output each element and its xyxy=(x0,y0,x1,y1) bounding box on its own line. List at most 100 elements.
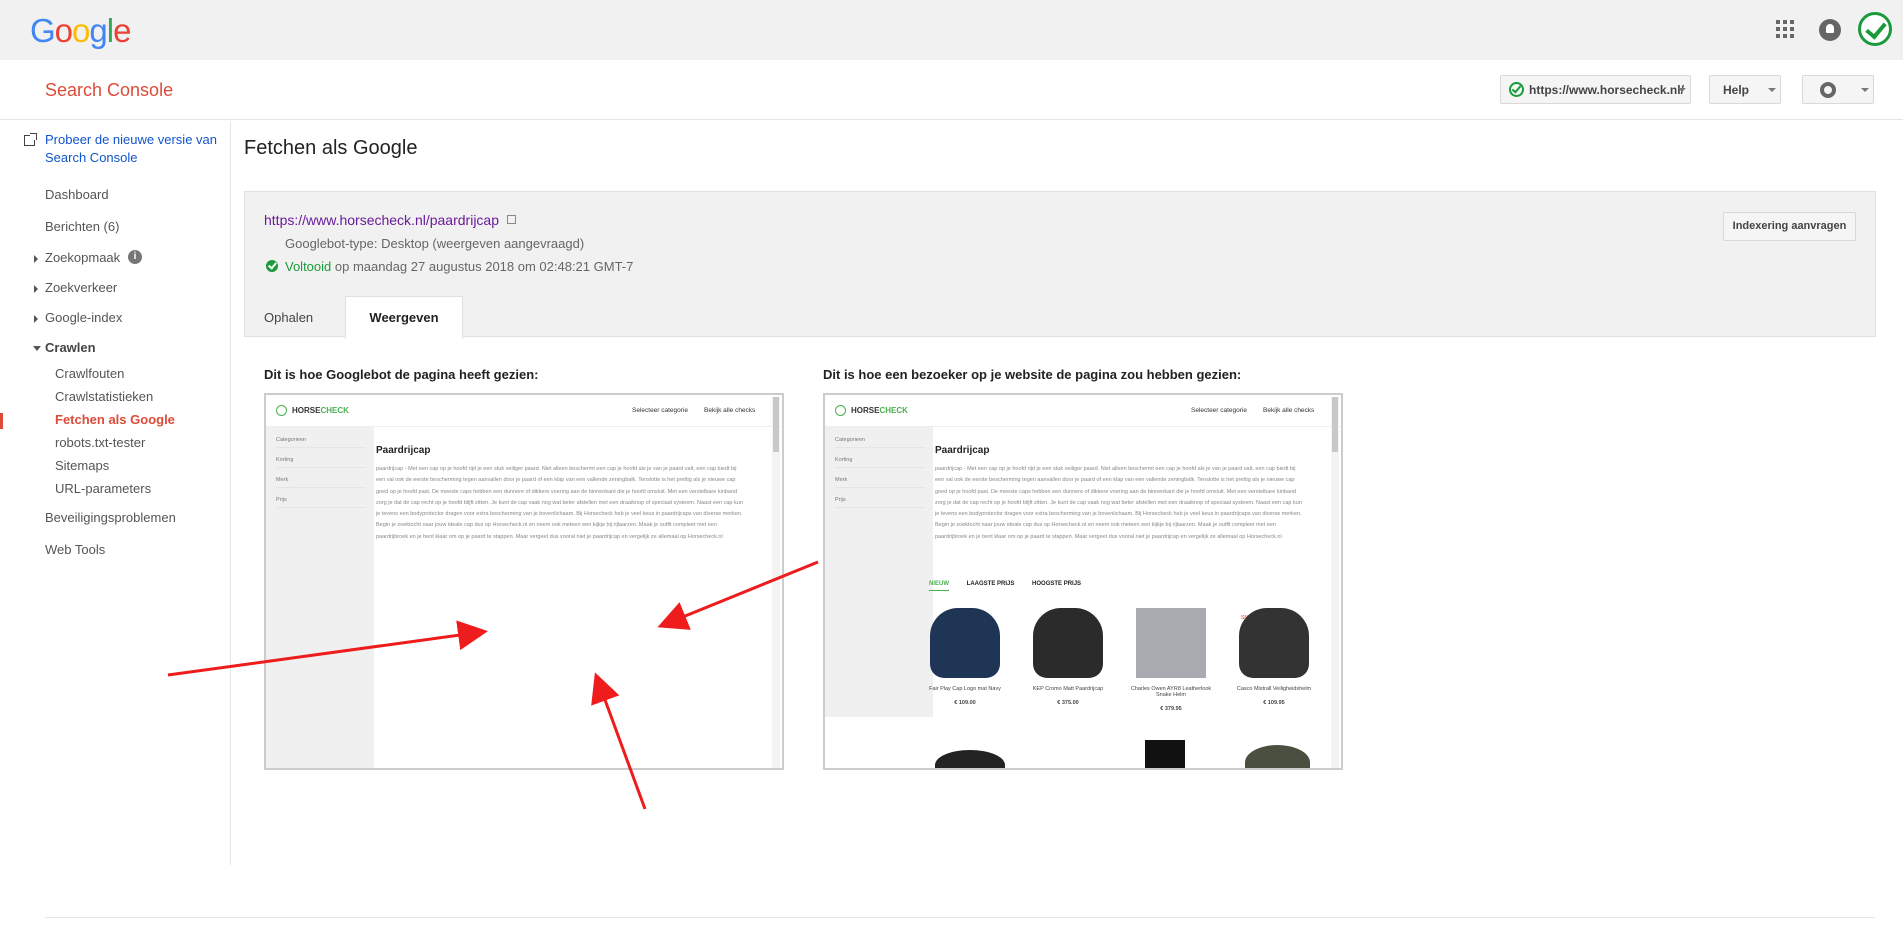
sidebar-item-crawlen[interactable]: Crawlen xyxy=(45,340,96,355)
sidebar-item-zoekopmaak[interactable]: Zoekopmaak xyxy=(45,250,120,265)
sidebar-item-crawlstatistieken[interactable]: Crawlstatistieken xyxy=(55,389,153,404)
sidebar-nav: Probeer de nieuwe versie van Search Cons… xyxy=(0,121,231,865)
preview-nav-category: Selecteer categorie xyxy=(1191,407,1248,414)
horsecheck-logo-icon xyxy=(835,405,846,416)
tab-render[interactable]: Weergeven xyxy=(345,296,463,339)
footer-divider xyxy=(45,917,1875,918)
preview-scrollbar xyxy=(772,397,780,768)
fetch-status: Voltooid op maandag 27 augustus 2018 om … xyxy=(285,259,633,274)
preview-header: HORSECHECK Selecteer categorie Bekijk al… xyxy=(825,395,1341,427)
product-name: Fair Play Cap Logo mat Navy xyxy=(929,686,1001,692)
request-indexing-button[interactable]: Indexering aanvragen xyxy=(1723,212,1856,241)
fetch-result-panel: https://www.horsecheck.nl/paardrijcap Go… xyxy=(244,191,1876,339)
googlebot-type: Googlebot-type: Desktop (weergeven aange… xyxy=(285,236,585,251)
googlebot-render-preview: HORSECHECK Selecteer categorie Bekijk al… xyxy=(264,393,784,770)
verified-check-icon xyxy=(1509,82,1524,97)
product-card: Charles Owen AYR8 Leatherlook Snake Helm… xyxy=(1126,608,1216,712)
apps-grid-icon[interactable] xyxy=(1776,20,1794,38)
expand-arrow-icon[interactable] xyxy=(34,255,38,263)
sidebar-item-fetchen[interactable]: Fetchen als Google xyxy=(55,412,175,427)
account-avatar[interactable] xyxy=(1858,12,1892,46)
preview-side-label: Korting xyxy=(835,457,925,468)
visitor-caption: Dit is hoe een bezoeker op je website de… xyxy=(823,367,1242,382)
product-card: Fair Play Cap Logo mat Navy € 109.00 xyxy=(920,608,1010,706)
gear-icon xyxy=(1820,82,1836,98)
preview-header: HORSECHECK Selecteer categorie Bekijk al… xyxy=(266,395,782,427)
external-link-icon[interactable] xyxy=(507,215,516,224)
filter-lowest-price: LAAGSTE PRIJS xyxy=(966,581,1015,587)
helmet-image xyxy=(1136,608,1206,678)
preview-side-label: Prijs xyxy=(835,497,925,508)
helmet-image xyxy=(1239,608,1309,678)
sidebar-item-web-tools[interactable]: Web Tools xyxy=(45,542,105,557)
sidebar-item-berichten[interactable]: Berichten (6) xyxy=(45,219,119,234)
tab-fetch[interactable]: Ophalen xyxy=(264,297,326,338)
settings-button[interactable] xyxy=(1802,75,1874,104)
preview-heading: Paardrijcap xyxy=(935,445,990,456)
google-logo[interactable]: Google xyxy=(30,12,131,50)
preview-sidebar: Categorieen Korting Merk Prijs xyxy=(825,427,933,717)
product-name: Casco Mistrall Veiligheidshelm xyxy=(1236,686,1312,692)
product-name: Charles Owen AYR8 Leatherlook Snake Helm xyxy=(1130,686,1212,698)
top-bar: Google xyxy=(0,0,1903,60)
preview-body-text: paardrijcap - Met een cap op je hoofd ri… xyxy=(376,466,743,540)
sidebar-item-url-parameters[interactable]: URL-parameters xyxy=(55,481,151,496)
info-icon[interactable]: i xyxy=(128,250,142,264)
preview-side-label: Prijs xyxy=(276,497,366,508)
sidebar-item-sitemaps[interactable]: Sitemaps xyxy=(55,458,109,473)
preview-side-label: Merk xyxy=(835,477,925,488)
success-check-icon xyxy=(266,260,278,272)
external-link-icon xyxy=(24,133,37,146)
product-card: Casco Mistrall Veiligheidshelm € 109.95 xyxy=(1229,608,1319,706)
preview-nav-category: Selecteer categorie xyxy=(632,407,689,414)
product-price: € 375.00 xyxy=(1057,700,1079,706)
notifications-bell-icon[interactable] xyxy=(1819,19,1841,41)
product-price: € 379.95 xyxy=(1160,706,1182,712)
preview-scrollbar xyxy=(1331,397,1339,768)
help-button[interactable]: Help xyxy=(1709,75,1781,104)
sidebar-item-beveiliging[interactable]: Beveiligingsproblemen xyxy=(45,510,176,525)
expand-arrow-icon[interactable] xyxy=(34,285,38,293)
preview-side-label: Merk xyxy=(276,477,366,488)
helmet-image xyxy=(930,608,1000,678)
fetched-url-link[interactable]: https://www.horsecheck.nl/paardrijcap xyxy=(264,212,499,228)
property-selector[interactable]: https://www.horsecheck.nl/ xyxy=(1500,75,1691,104)
preview-side-label: Korting xyxy=(276,457,366,468)
horsecheck-logo: HORSECHECK xyxy=(292,406,349,415)
sidebar-item-dashboard[interactable]: Dashboard xyxy=(45,187,109,202)
search-console-header: Search Console https://www.horsecheck.nl… xyxy=(0,60,1903,120)
sidebar-item-zoekverkeer[interactable]: Zoekverkeer xyxy=(45,280,117,295)
expand-arrow-icon[interactable] xyxy=(34,315,38,323)
preview-heading: Paardrijcap xyxy=(376,445,431,456)
preview-body-text: paardrijcap - Met een cap op je hoofd ri… xyxy=(935,466,1302,540)
product-name: KEP Cromo Matt Paardrijcap xyxy=(1032,686,1104,692)
preview-side-label: Categorieen xyxy=(835,437,925,448)
product-price: € 109.00 xyxy=(954,700,976,706)
product-price: € 109.95 xyxy=(1263,700,1285,706)
product-image xyxy=(1145,740,1185,768)
help-label: Help xyxy=(1723,83,1750,97)
page-title: Fetchen als Google xyxy=(244,137,418,159)
try-new-version-link[interactable]: Probeer de nieuwe versie van Search Cons… xyxy=(45,131,225,167)
preview-side-label: Categorieen xyxy=(276,437,366,448)
chevron-down-icon xyxy=(1861,88,1869,92)
helmet-image xyxy=(935,750,1005,768)
collapse-arrow-icon[interactable] xyxy=(33,346,41,351)
sidebar-item-google-index[interactable]: Google-index xyxy=(45,310,122,325)
product-title[interactable]: Search Console xyxy=(45,80,173,101)
preview-sidebar: Categorieen Korting Merk Prijs xyxy=(266,427,374,768)
visitor-render-preview: HORSECHECK Selecteer categorie Bekijk al… xyxy=(823,393,1343,770)
sidebar-item-crawlfouten[interactable]: Crawlfouten xyxy=(55,366,124,381)
helmet-image xyxy=(1033,608,1103,678)
helmet-image xyxy=(1245,745,1310,768)
horsecheck-logo-icon xyxy=(276,405,287,416)
preview-nav-checks: Bekijk alle checks xyxy=(1263,407,1315,414)
googlebot-caption: Dit is hoe Googlebot de pagina heeft gez… xyxy=(264,367,539,382)
product-card: KEP Cromo Matt Paardrijcap € 375.00 xyxy=(1023,608,1113,706)
preview-sort-filters: NIEUW LAAGSTE PRIJS HOOGSTE PRIJS xyxy=(929,581,1097,591)
status-date: op maandag 27 augustus 2018 om 02:48:21 … xyxy=(331,259,634,274)
sidebar-item-robots[interactable]: robots.txt-tester xyxy=(55,435,145,450)
active-indicator xyxy=(0,413,3,429)
status-word: Voltooid xyxy=(285,259,332,274)
property-url: https://www.horsecheck.nl/ xyxy=(1529,83,1684,97)
